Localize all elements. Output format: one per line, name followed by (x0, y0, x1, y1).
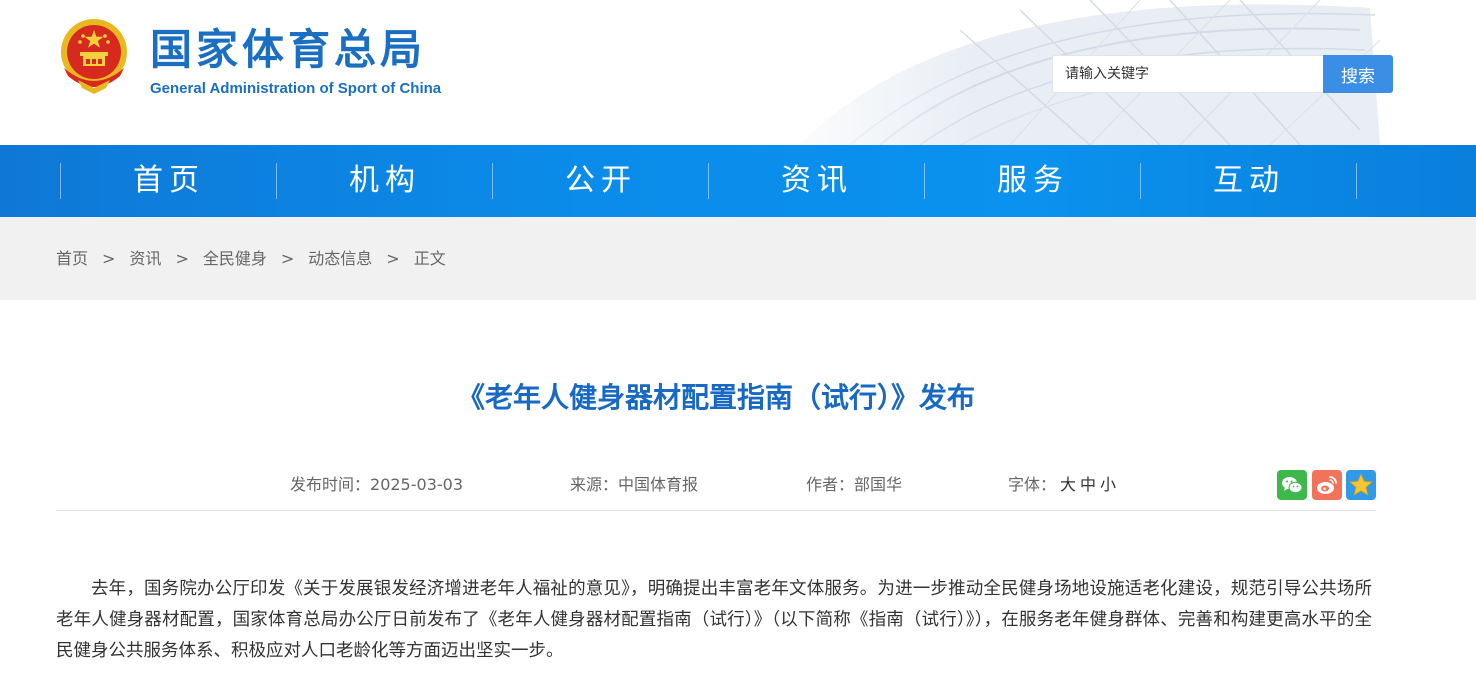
font-size-large-button[interactable]: 大 (1060, 475, 1076, 494)
breadcrumb-home[interactable]: 首页 (56, 249, 88, 268)
nav-divider (1356, 163, 1357, 199)
search-button[interactable]: 搜索 (1323, 55, 1393, 93)
author-value: 部国华 (854, 475, 903, 494)
nav-item-interaction[interactable]: 互动 (1141, 145, 1357, 217)
font-size-small-button[interactable]: 小 (1100, 475, 1116, 494)
breadcrumb-separator: > (102, 249, 116, 268)
nav-item-news[interactable]: 资讯 (709, 145, 925, 217)
article-source: 来源：中国体育报 (570, 473, 698, 497)
site-title-english: General Administration of Sport of China (150, 80, 442, 97)
article-title: 《老年人健身器材配置指南（试行）》发布 (456, 381, 975, 414)
breadcrumb-bar: 首页 > 资讯 > 全民健身 > 动态信息 > 正文 (0, 217, 1476, 300)
publish-date-value: 2025-03-03 (370, 475, 463, 494)
site-title[interactable]: 国家体育总局 (150, 24, 426, 76)
nav-item-organization[interactable]: 机构 (277, 145, 493, 217)
nav-item-home[interactable]: 首页 (61, 145, 277, 217)
breadcrumb-updates[interactable]: 动态信息 (308, 249, 372, 268)
font-size-selector: 字体：大中小 (1008, 473, 1116, 497)
author-label: 作者： (806, 475, 855, 494)
meta-divider (56, 510, 1376, 511)
breadcrumb-separator: > (175, 249, 189, 268)
article-body-paragraph: 去年，国务院办公厅印发《关于发展银发经济增进老年人福祉的意见》，明确提出丰富老年… (56, 579, 1372, 661)
publish-date: 发布时间：2025-03-03 (290, 473, 463, 497)
favorite-icon[interactable] (1346, 470, 1376, 500)
font-size-medium-button[interactable]: 中 (1080, 475, 1096, 494)
search-input[interactable] (1052, 55, 1324, 93)
weibo-icon[interactable] (1312, 470, 1342, 500)
breadcrumb-separator: > (386, 249, 400, 268)
nav-item-services[interactable]: 服务 (925, 145, 1141, 217)
source-label: 来源： (570, 475, 619, 494)
national-emblem-icon (61, 19, 127, 94)
breadcrumb-current: 正文 (413, 249, 446, 268)
source-value: 中国体育报 (618, 475, 699, 494)
font-size-label: 字体： (1008, 475, 1057, 494)
breadcrumb-news[interactable]: 资讯 (129, 249, 161, 268)
wechat-icon[interactable] (1277, 470, 1307, 500)
site-header: 国家体育总局 General Administration of Sport o… (0, 0, 1476, 145)
main-nav: 首页 机构 公开 资讯 服务 互动 (0, 145, 1476, 217)
article-author: 作者：部国华 (806, 473, 902, 497)
breadcrumb-separator: > (280, 249, 295, 268)
nav-item-public-info[interactable]: 公开 (493, 145, 709, 217)
breadcrumb-fitness[interactable]: 全民健身 (203, 249, 267, 268)
breadcrumb: 首页 > 资讯 > 全民健身 > 动态信息 > 正文 (56, 217, 446, 300)
publish-date-label: 发布时间： (290, 475, 371, 494)
